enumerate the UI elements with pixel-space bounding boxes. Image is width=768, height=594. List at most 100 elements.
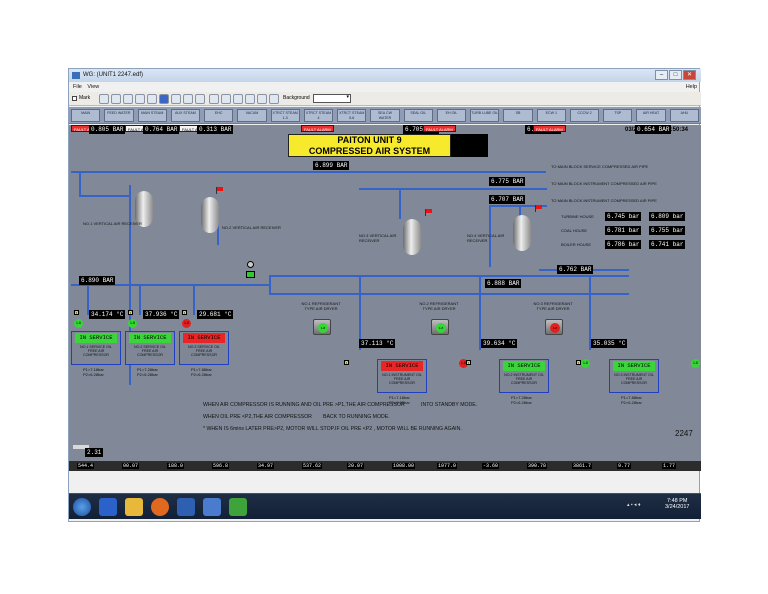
title-bar: WG: (UNIT1 2247.edf) – □ ✕ <box>69 69 701 82</box>
nav-button-5[interactable]: EHC <box>204 109 234 122</box>
run-indicator-icon[interactable]: 1-8 <box>182 319 191 328</box>
dryer-2-status-icon: 1-8 <box>436 323 446 333</box>
run-indicator-icon[interactable]: 1-8 <box>581 359 590 368</box>
find-icon[interactable] <box>147 94 157 104</box>
receiver-3-tank <box>403 219 421 255</box>
open-icon[interactable] <box>99 94 109 104</box>
p2-setpoint: P2=6.28bar <box>191 372 212 377</box>
forward-arrow-icon[interactable] <box>233 94 243 104</box>
nav-button-1[interactable]: MAIN <box>71 109 101 122</box>
status-value: 188.0 <box>167 463 185 469</box>
status-badge: IN SERVICE <box>75 333 117 343</box>
nav-button-15[interactable]: ECW 1 <box>536 109 566 122</box>
note-line-2a: WHEN OIL PRE <P2,THE AIR COMPRESSOR <box>203 414 312 420</box>
nav-button-17[interactable]: TSP <box>603 109 633 122</box>
note-line-2b: BACK TO RUNNING MODE. <box>323 414 390 420</box>
document-icon[interactable] <box>203 498 221 516</box>
print-icon[interactable] <box>123 94 133 104</box>
status-badge: IN SERVICE <box>613 361 655 371</box>
nav-button-16[interactable]: CCCW 2 <box>569 109 600 122</box>
maximize-button[interactable]: □ <box>669 70 682 80</box>
flag-4-icon <box>536 205 542 209</box>
minimize-button[interactable]: – <box>655 70 668 80</box>
dryer-1-status-icon: 1-8 <box>318 323 328 333</box>
application-window: WG: (UNIT1 2247.edf) – □ ✕ File View Hel… <box>68 68 701 522</box>
zoom-icon[interactable] <box>171 94 181 104</box>
background-dropdown[interactable]: ▾ <box>313 94 351 103</box>
save-icon[interactable] <box>111 94 121 104</box>
nav-button-6[interactable]: VACUM <box>237 109 267 122</box>
right-header-reading: 6.762 BAR <box>557 265 594 274</box>
back-arrow-icon[interactable] <box>221 94 231 104</box>
pressure-reading: 0.764 BAR <box>143 125 180 134</box>
turbine-a-reading: 6.745 bar <box>605 212 642 221</box>
folder-icon[interactable] <box>125 498 143 516</box>
nav-button-7[interactable]: XTRCT STEAM 1-3 <box>270 109 300 122</box>
nav-button-8[interactable]: XTRCT STEAM 4 <box>303 109 334 122</box>
ie-icon[interactable] <box>99 498 117 516</box>
page-title: PAITON UNIT 9 COMPRESSED AIR SYSTEM <box>288 134 451 157</box>
mark-checkbox[interactable] <box>72 96 77 101</box>
status-value: 9.77 <box>617 463 632 469</box>
status-badge: IN SERVICE <box>503 361 545 371</box>
nav-button-13[interactable]: TURB LUBE OIL <box>470 109 500 122</box>
dryer-3-status-icon: 1-8 <box>550 323 560 333</box>
temperature-reading: 35.035 °C <box>591 339 628 348</box>
status-value: -3.60 <box>482 463 500 469</box>
status-value: 3861.7 <box>572 463 593 469</box>
boiler-a-reading: 6.786 bar <box>605 240 642 249</box>
media-icon[interactable] <box>177 498 195 516</box>
nav-button-12[interactable]: EH OIL <box>436 109 467 122</box>
receiver-2-tank <box>201 197 219 233</box>
refresh-icon[interactable] <box>245 94 255 104</box>
isolation-valve-icon[interactable] <box>246 271 255 278</box>
firefox-icon[interactable] <box>151 498 169 516</box>
clock-date: 3/24/2017 <box>665 504 690 510</box>
nav-button-2[interactable]: FEED WATER <box>104 109 134 122</box>
help-icon[interactable] <box>159 94 169 104</box>
settings-icon[interactable] <box>195 94 205 104</box>
home-icon[interactable] <box>209 94 219 104</box>
mid-header-reading: 6.888 BAR <box>485 279 522 288</box>
run-indicator-icon[interactable]: 1-8 <box>74 319 83 328</box>
nav-button-19[interactable]: AHU <box>669 109 699 122</box>
status-value: 1.77 <box>662 463 677 469</box>
coal-b-reading: 6.755 bar <box>649 226 686 235</box>
dryer-1[interactable]: 1-8 <box>313 319 331 335</box>
dryer-3[interactable]: 1-8 <box>545 319 563 335</box>
clock[interactable]: 7:48 PM 3/24/2017 <box>665 498 689 510</box>
status-badge: IN SERVICE <box>183 333 225 343</box>
status-value: 390.78 <box>527 463 548 469</box>
nav-button-9[interactable]: XTRCT STEAM 5-6 <box>337 109 367 122</box>
receiver-4-label: NO.4 VERTICAL AIR RECEIVER <box>467 233 505 243</box>
header-tie <box>269 275 271 295</box>
p2-setpoint: P2=6.28bar <box>137 372 158 377</box>
app-icon-green[interactable] <box>229 498 247 516</box>
nav-button-14[interactable]: SB <box>503 109 533 122</box>
turbine-house-label: TURBINE HOUSE <box>561 214 594 219</box>
compressor-name: NO.3 INSTRUMENT OIL FREE AIR COMPRESSOR <box>614 373 654 385</box>
run-indicator-icon[interactable]: 1-8 <box>128 319 137 328</box>
status-value: 1008.00 <box>392 463 416 469</box>
run-indicator-icon[interactable]: 1-8 <box>691 359 700 368</box>
start-icon[interactable] <box>73 498 91 516</box>
menu-help[interactable]: Help <box>686 82 697 92</box>
grid-icon[interactable] <box>183 94 193 104</box>
menu-view[interactable]: View <box>87 84 99 90</box>
nav-button-4[interactable]: AUX STEAM <box>170 109 201 122</box>
pressure-reading: 0.805 BAR <box>89 125 126 134</box>
display-icon[interactable] <box>257 94 267 104</box>
air-receiver-reading: 6.775 BAR <box>489 177 526 186</box>
nav-button-11[interactable]: SEAL OIL <box>403 109 433 122</box>
copy-icon[interactable] <box>135 94 145 104</box>
p2-setpoint: P2=6.28bar <box>83 372 104 377</box>
close-button[interactable]: ✕ <box>683 70 696 80</box>
dryer-2[interactable]: 1-8 <box>431 319 449 335</box>
nav-button-10[interactable]: SEA CW WATER <box>370 109 400 122</box>
menu-file[interactable]: File <box>73 84 82 90</box>
lower-header <box>269 293 629 295</box>
nav-button-3[interactable]: MAIN STEAM <box>137 109 167 122</box>
temperature-reading: 37.113 °C <box>359 339 396 348</box>
layers-icon[interactable] <box>269 94 279 104</box>
nav-button-18[interactable]: AIR HEAT <box>636 109 666 122</box>
